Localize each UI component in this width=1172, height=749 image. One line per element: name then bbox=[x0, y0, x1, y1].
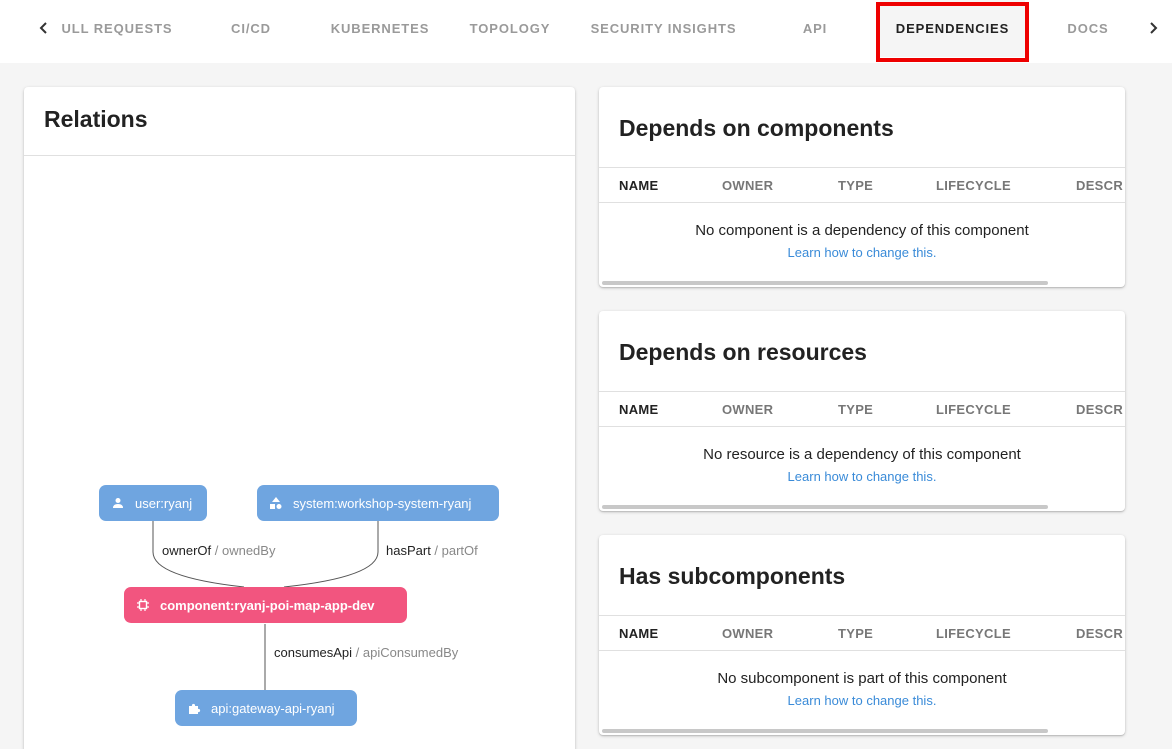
column-header-description[interactable]: DESCR bbox=[1076, 402, 1123, 417]
chevron-right-icon bbox=[1150, 22, 1158, 34]
card-title: Has subcomponents bbox=[619, 563, 846, 589]
learn-more-link-text[interactable]: Learn how to change this. bbox=[788, 469, 937, 484]
horizontal-scrollbar[interactable] bbox=[602, 505, 1048, 509]
learn-more-link[interactable]: Learn how to change this. bbox=[599, 469, 1125, 484]
chevron-left-icon bbox=[39, 22, 47, 34]
owner-edge-reverse: / ownedBy bbox=[211, 543, 276, 558]
api-edge-reverse: / apiConsumedBy bbox=[352, 645, 459, 660]
column-header-description[interactable]: DESCR bbox=[1076, 178, 1123, 193]
tab-kubernetes[interactable]: KUBERNETES bbox=[325, 0, 435, 57]
column-header-owner[interactable]: OWNER bbox=[722, 402, 773, 417]
tab-topology[interactable]: TOPOLOGY bbox=[460, 0, 560, 57]
tab-docs[interactable]: DOCS bbox=[1048, 0, 1128, 57]
shapes-icon bbox=[269, 496, 283, 510]
column-header-type[interactable]: TYPE bbox=[838, 402, 873, 417]
horizontal-scrollbar[interactable] bbox=[602, 729, 1048, 733]
column-header-lifecycle[interactable]: LIFECYCLE bbox=[936, 626, 1011, 641]
column-header-name[interactable]: NAME bbox=[619, 178, 658, 193]
empty-state-message: No subcomponent is part of this componen… bbox=[717, 670, 1007, 687]
empty-state-message: No resource is a dependency of this comp… bbox=[703, 446, 1021, 463]
has-subcomponents-card: Has subcomponents NAME OWNER TYPE LIFECY… bbox=[599, 535, 1125, 735]
learn-more-link-text[interactable]: Learn how to change this. bbox=[788, 693, 937, 708]
system-node[interactable]: system:workshop-system-ryanj bbox=[257, 485, 499, 521]
person-icon bbox=[111, 496, 125, 510]
card-title: Depends on resources bbox=[619, 339, 867, 365]
relations-card: Relations user:ryanj system:workshop-sys… bbox=[24, 87, 575, 749]
scroll-right-button[interactable] bbox=[1142, 17, 1164, 39]
part-edge-reverse: / partOf bbox=[430, 543, 478, 558]
column-header-name[interactable]: NAME bbox=[619, 626, 658, 641]
api-node[interactable]: api:gateway-api-ryanj bbox=[175, 690, 357, 726]
api-edge-label: consumesApi / apiConsumedBy bbox=[274, 645, 458, 660]
table-header: NAME OWNER TYPE LIFECYCLE DESCR bbox=[599, 615, 1125, 651]
user-node-label: user:ryanj bbox=[135, 495, 193, 511]
api-edge-forward: consumesApi bbox=[274, 645, 353, 660]
column-header-type[interactable]: TYPE bbox=[838, 178, 873, 193]
column-header-owner[interactable]: OWNER bbox=[722, 626, 773, 641]
column-header-lifecycle[interactable]: LIFECYCLE bbox=[936, 402, 1011, 417]
part-edge-forward: hasPart bbox=[386, 543, 431, 558]
system-node-label: system:workshop-system-ryanj bbox=[293, 495, 472, 511]
scroll-left-button[interactable] bbox=[33, 17, 55, 39]
table-header: NAME OWNER TYPE LIFECYCLE DESCR bbox=[599, 167, 1125, 203]
card-title: Depends on components bbox=[619, 115, 894, 141]
tab-cicd[interactable]: CI/CD bbox=[200, 0, 302, 57]
column-header-owner[interactable]: OWNER bbox=[722, 178, 773, 193]
active-tab-highlight-box bbox=[876, 2, 1029, 62]
api-node-label: api:gateway-api-ryanj bbox=[211, 700, 335, 716]
table-header: NAME OWNER TYPE LIFECYCLE DESCR bbox=[599, 391, 1125, 427]
tab-security-insights[interactable]: SECURITY INSIGHTS bbox=[585, 0, 742, 57]
horizontal-scrollbar[interactable] bbox=[602, 281, 1048, 285]
learn-more-link[interactable]: Learn how to change this. bbox=[599, 693, 1125, 708]
puzzle-icon bbox=[187, 701, 201, 715]
tab-api[interactable]: API bbox=[765, 0, 865, 57]
empty-state-message: No component is a dependency of this com… bbox=[695, 222, 1029, 239]
column-header-description[interactable]: DESCR bbox=[1076, 626, 1123, 641]
column-header-name[interactable]: NAME bbox=[619, 402, 658, 417]
column-header-lifecycle[interactable]: LIFECYCLE bbox=[936, 178, 1011, 193]
part-edge bbox=[283, 520, 379, 588]
part-edge-label: hasPart / partOf bbox=[386, 543, 478, 558]
component-node[interactable]: component:ryanj-poi-map-app-dev bbox=[124, 587, 407, 623]
owner-edge-label: ownerOf / ownedBy bbox=[162, 543, 275, 558]
learn-more-link-text[interactable]: Learn how to change this. bbox=[788, 245, 937, 260]
component-node-label: component:ryanj-poi-map-app-dev bbox=[160, 597, 375, 613]
learn-more-link[interactable]: Learn how to change this. bbox=[599, 245, 1125, 260]
user-node[interactable]: user:ryanj bbox=[99, 485, 207, 521]
chip-icon bbox=[136, 598, 150, 612]
depends-on-resources-card: Depends on resources NAME OWNER TYPE LIF… bbox=[599, 311, 1125, 511]
tab-pull-requests[interactable]: ULL REQUESTS bbox=[58, 0, 176, 57]
owner-edge-forward: ownerOf bbox=[162, 543, 212, 558]
depends-on-components-card: Depends on components NAME OWNER TYPE LI… bbox=[599, 87, 1125, 287]
column-header-type[interactable]: TYPE bbox=[838, 626, 873, 641]
